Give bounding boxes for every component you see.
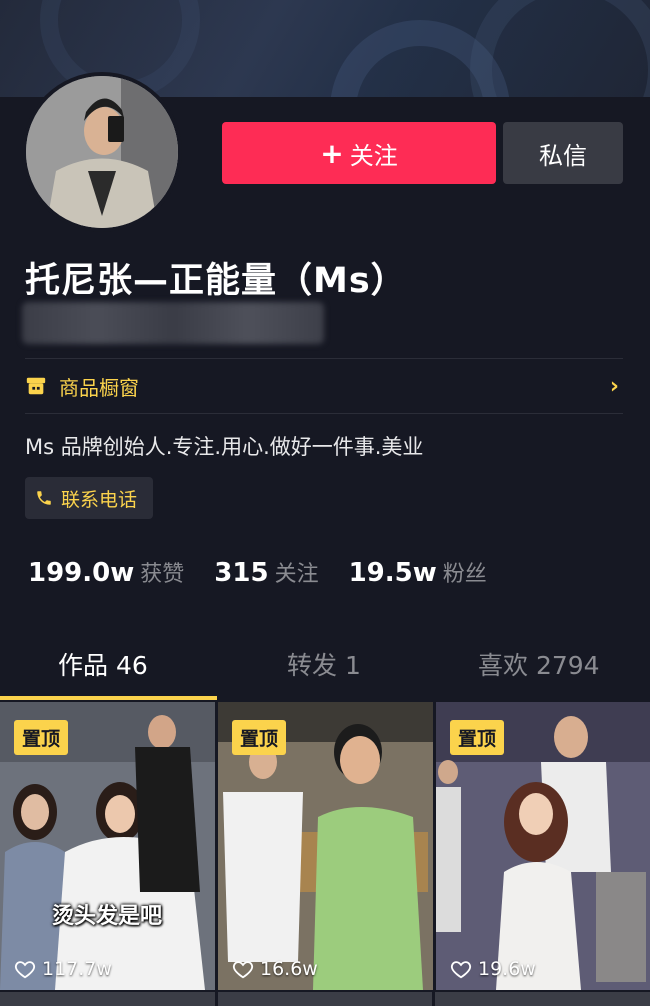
video-grid: 置顶 烫头发是吧 117.7w 置顶 16.6w 置顶 19.6w xyxy=(0,702,650,1006)
video-like-count: 19.6w xyxy=(450,958,536,980)
heart-outline-icon xyxy=(450,961,472,979)
pinned-badge: 置顶 xyxy=(14,720,69,755)
chevron-right-icon: › xyxy=(609,374,619,399)
video-thumbnail[interactable]: 置顶 16.6w xyxy=(218,702,433,990)
stat-followers[interactable]: 19.5w 粉丝 xyxy=(349,556,487,588)
active-tab-indicator xyxy=(0,696,217,700)
divider xyxy=(25,358,623,359)
heart-outline-icon xyxy=(14,961,36,979)
profile-bio: Ms 品牌创始人.专注.用心.做好一件事.美业 xyxy=(25,435,424,459)
stat-label: 获赞 xyxy=(140,562,185,587)
like-count-value: 117.7w xyxy=(42,958,112,980)
message-label: 私信 xyxy=(539,141,587,170)
tab-reposts[interactable]: 转发 1 xyxy=(287,646,361,682)
profile-stats: 199.0w 获赞 315 关注 19.5w 粉丝 xyxy=(28,556,517,588)
stat-value: 315 xyxy=(214,558,269,588)
follow-button[interactable]: + 关注 xyxy=(222,122,496,184)
contact-phone-label: 联系电话 xyxy=(61,488,138,511)
tab-likes[interactable]: 喜欢 2794 xyxy=(478,646,600,682)
message-button[interactable]: 私信 xyxy=(503,122,623,184)
tab-works[interactable]: 作品 46 xyxy=(58,646,148,682)
like-count-value: 16.6w xyxy=(260,958,318,980)
stat-value: 19.5w xyxy=(348,558,437,588)
shop-window-label: 商品橱窗 xyxy=(59,375,139,400)
pinned-badge: 置顶 xyxy=(232,720,287,755)
heart-outline-icon xyxy=(232,961,254,979)
plus-icon: + xyxy=(320,136,344,170)
video-caption: 烫头发是吧 xyxy=(52,904,163,929)
video-like-count: 16.6w xyxy=(232,958,318,980)
shop-window-row[interactable]: 商品橱窗 › xyxy=(25,360,623,412)
video-thumbnail-partial[interactable] xyxy=(435,992,650,1006)
phone-icon xyxy=(37,491,51,505)
contact-phone-button[interactable]: 联系电话 xyxy=(25,477,153,519)
stat-value: 199.0w xyxy=(28,558,135,588)
next-row-thumbnails xyxy=(0,992,650,1006)
video-like-count: 117.7w xyxy=(14,958,112,980)
banner-decoration xyxy=(470,0,650,97)
divider xyxy=(25,413,623,414)
stat-label: 粉丝 xyxy=(442,562,487,587)
video-thumbnail[interactable]: 置顶 19.6w xyxy=(436,702,650,990)
video-thumbnail-partial[interactable] xyxy=(0,992,215,1006)
follow-label: 关注 xyxy=(349,141,398,170)
storefront-icon xyxy=(26,377,46,395)
video-thumbnail-partial[interactable] xyxy=(217,992,433,1006)
avatar-portrait-icon xyxy=(26,76,178,228)
like-count-value: 19.6w xyxy=(478,958,536,980)
stat-likes[interactable]: 199.0w 获赞 xyxy=(28,556,184,588)
avatar[interactable] xyxy=(22,72,182,232)
profile-tabs: 作品 46 转发 1 喜欢 2794 xyxy=(0,630,650,700)
stat-label: 关注 xyxy=(274,562,319,587)
profile-name: 托尼张—正能量（Ms） xyxy=(25,261,407,301)
avatar-image xyxy=(26,76,178,228)
stat-following[interactable]: 315 关注 xyxy=(214,556,318,588)
pinned-badge: 置顶 xyxy=(450,720,505,755)
video-thumbnail[interactable]: 置顶 烫头发是吧 117.7w xyxy=(0,702,215,990)
redacted-user-id xyxy=(22,302,324,344)
